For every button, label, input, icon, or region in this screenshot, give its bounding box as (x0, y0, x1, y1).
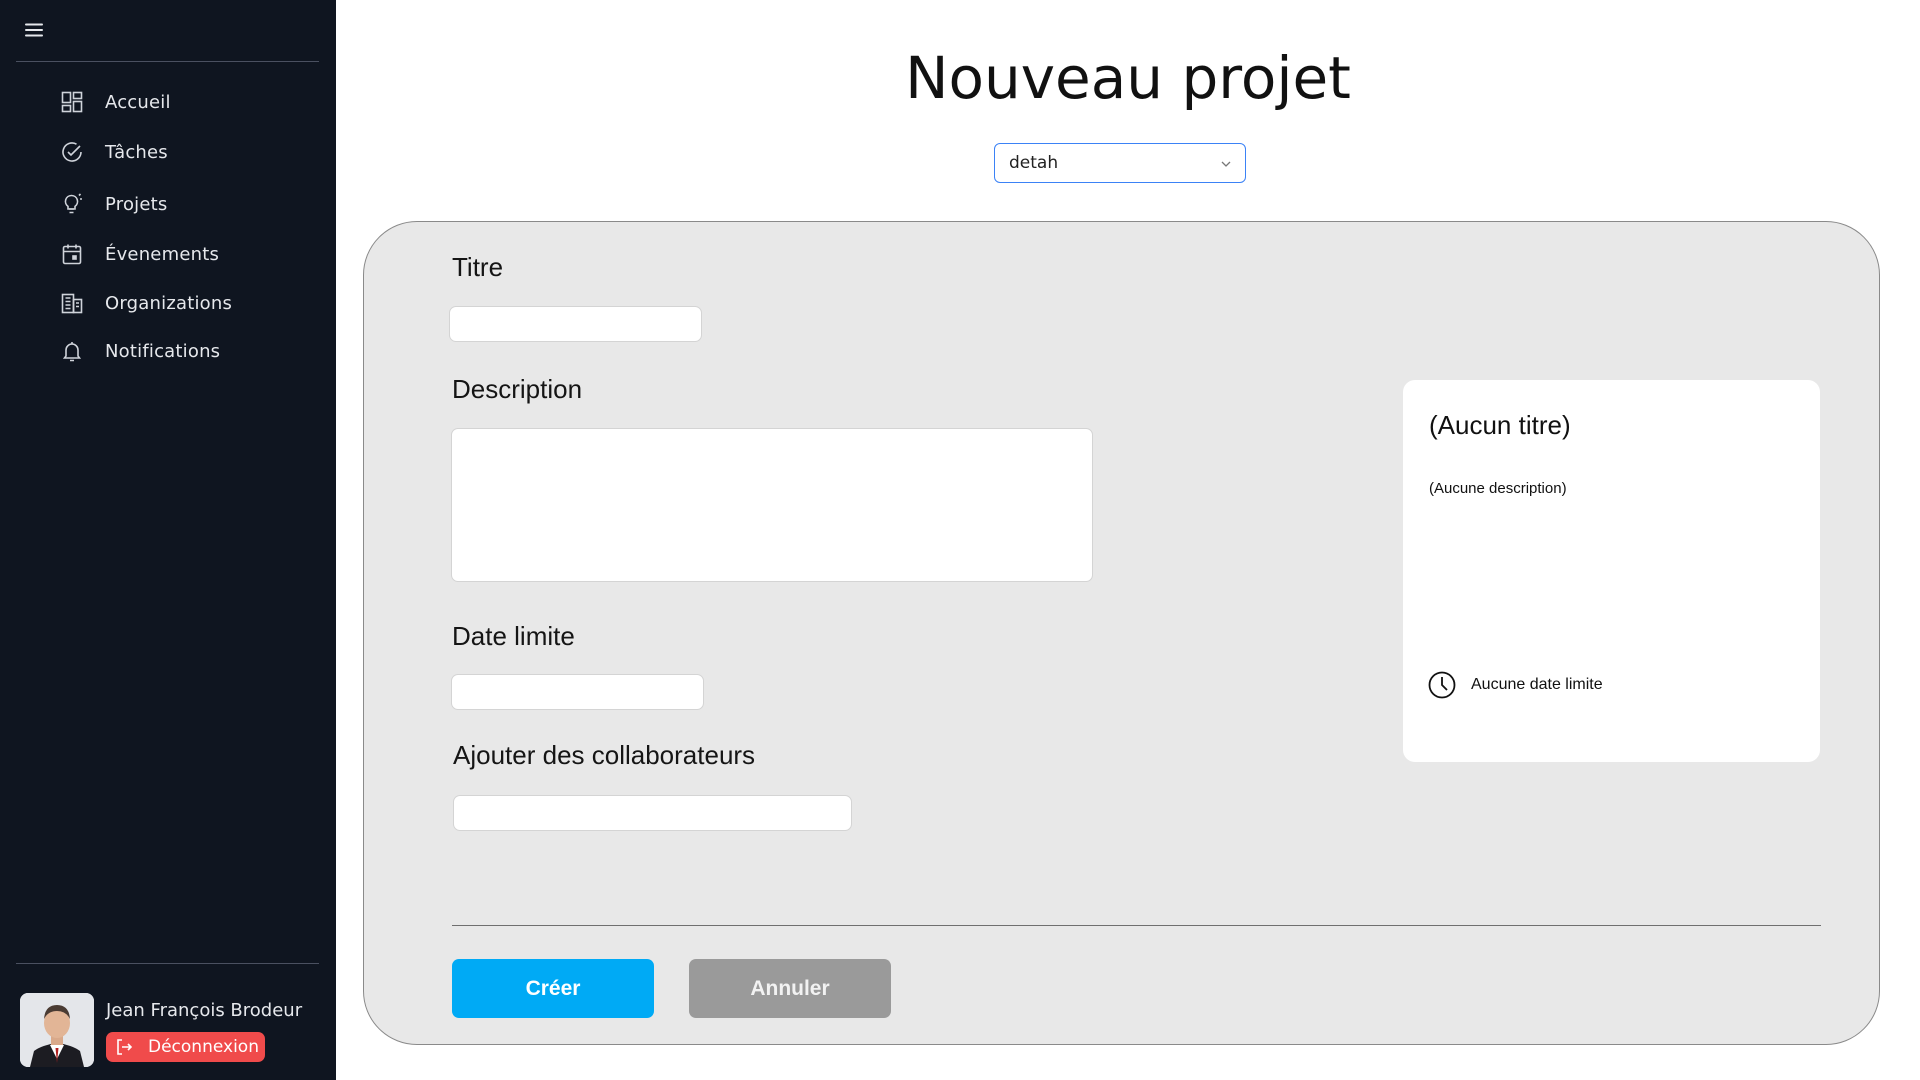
clock-icon (1428, 671, 1456, 699)
logout-button[interactable]: Déconnexion (106, 1032, 265, 1062)
organization-select-value: detah (1009, 153, 1059, 173)
sidebar-item-label: Notifications (105, 340, 221, 362)
create-button[interactable]: Créer (452, 959, 654, 1018)
sidebar-item-label: Projets (105, 193, 168, 215)
title-input[interactable] (449, 306, 702, 342)
preview-title: (Aucun titre) (1429, 410, 1571, 440)
deadline-label: Date limite (452, 621, 575, 651)
sidebar-divider (16, 61, 319, 62)
bell-icon (62, 342, 82, 362)
logout-icon (117, 1039, 133, 1055)
sidebar-item-evenements[interactable]: Évenements (60, 238, 219, 270)
preview-deadline-text: Aucune date limite (1471, 676, 1603, 693)
hamburger-menu-icon[interactable] (22, 18, 46, 42)
chevron-down-icon (1221, 161, 1231, 167)
description-textarea[interactable] (451, 428, 1093, 582)
dashboard-grid-icon (61, 91, 83, 113)
user-name: Jean François Brodeur (106, 1000, 303, 1021)
sidebar-divider (16, 963, 319, 964)
collaborators-label: Ajouter des collaborateurs (453, 740, 756, 770)
sidebar-item-label: Accueil (105, 91, 171, 113)
sidebar-item-accueil[interactable]: Accueil (60, 86, 171, 118)
page-title: Nouveau projet (905, 44, 1351, 112)
preview-description: (Aucune description) (1429, 480, 1567, 497)
building-icon (61, 293, 83, 314)
deadline-input[interactable] (451, 674, 704, 710)
sidebar-item-organizations[interactable]: Organizations (60, 287, 232, 319)
lightbulb-icon (64, 193, 82, 214)
project-form-card: Titre Description Date limite Ajouter de… (363, 221, 1880, 1045)
preview-deadline: Aucune date limite (1427, 670, 1603, 700)
title-label: Titre (452, 252, 504, 282)
form-divider (452, 925, 1821, 926)
sidebar-item-notifications[interactable]: Notifications (60, 335, 220, 367)
sidebar-item-projets[interactable]: Projets (60, 188, 167, 220)
sidebar-item-taches[interactable]: Tâches (60, 136, 168, 168)
organization-select[interactable]: detah (994, 143, 1246, 183)
sidebar-item-label: Organizations (105, 292, 233, 314)
avatar[interactable] (20, 993, 94, 1067)
calendar-icon (62, 244, 82, 265)
cancel-button[interactable]: Annuler (689, 959, 891, 1018)
description-label: Description (452, 374, 583, 404)
sidebar-item-label: Évenements (105, 243, 220, 265)
sidebar: Accueil Tâches Projets Évenements Organi… (0, 0, 336, 1080)
sidebar-item-label: Tâches (105, 141, 168, 163)
project-preview-card: (Aucun titre) (Aucune description) Aucun… (1403, 380, 1820, 762)
logout-label: Déconnexion (148, 1037, 259, 1057)
check-circle-icon (62, 142, 82, 162)
collaborators-input[interactable] (453, 795, 852, 831)
